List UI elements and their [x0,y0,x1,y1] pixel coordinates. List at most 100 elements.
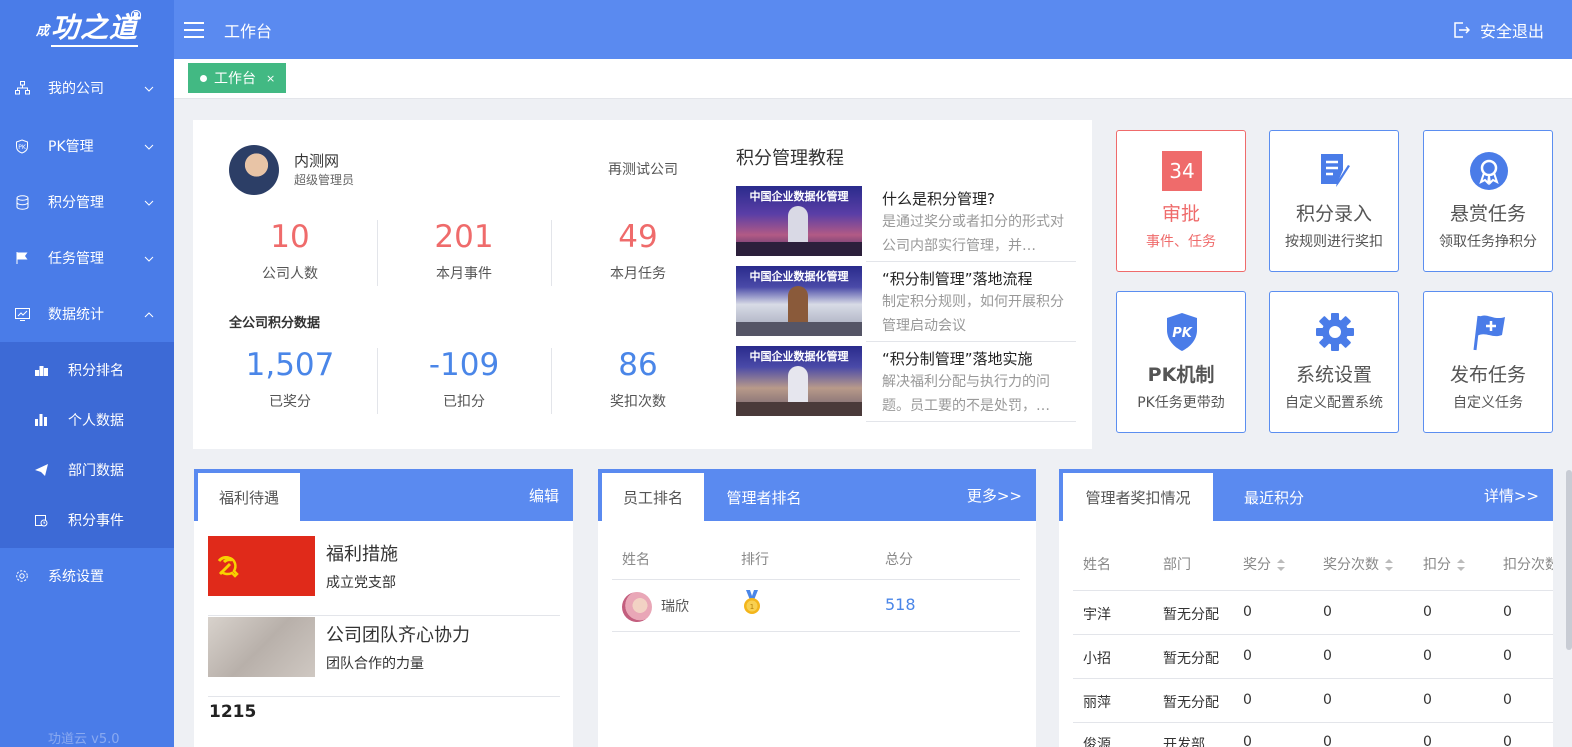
ranking-name: 瑞欣 [661,599,689,615]
sort-icon[interactable] [1457,559,1465,571]
welfare-item[interactable]: 福利措施 成立党支部 [208,536,560,616]
sidebar-item-statistics[interactable]: 数据统计 [0,286,174,342]
approval-tile[interactable]: 34 审批 事件、任务 [1116,130,1246,272]
thumbnail-caption: 中国企业数据化管理 [749,190,849,203]
sidebar-item-settings[interactable]: 系统设置 [0,548,174,604]
active-dot-icon [200,74,207,82]
tile-subtitle: 领取任务挣积分 [1439,234,1537,250]
tutorial-item[interactable]: 中国企业数据化管理 什么是积分管理? 是通过奖分或者扣分的形式对公司内部实行管理… [736,186,1076,262]
cell-deduct: 0 [1423,648,1432,664]
welfare-image [208,617,315,677]
sidebar-item-label: PK管理 [48,139,94,155]
sidebar-item-my-company[interactable]: 我的公司 [0,58,174,118]
tile-subtitle: 自定义配置系统 [1285,395,1383,411]
logout-button[interactable]: 安全退出 [1452,0,1544,59]
cell-department: 暂无分配 [1163,695,1219,711]
logout-icon [1454,21,1470,38]
more-link[interactable]: 更多>> [967,469,1022,521]
sidebar-subitem-events[interactable]: 积分事件 [0,495,174,545]
sort-icon[interactable] [1277,559,1285,571]
tab-bar: 工作台 × [174,59,1572,99]
column-header-sortable[interactable]: 扣分 [1423,554,1465,574]
menu-toggle-icon[interactable] [184,21,204,38]
tab-manager-awards[interactable]: 管理者奖扣情况 [1063,473,1213,521]
tab-label: 工作台 [214,71,256,87]
tab-workbench[interactable]: 工作台 × [188,63,286,93]
sidebar-item-pk[interactable]: PK PK管理 [0,118,174,174]
logo[interactable]: 成 功之道 ® [0,0,174,58]
avatar[interactable] [229,145,279,195]
tile-subtitle: 自定义任务 [1453,395,1523,411]
party-emblem-icon [217,556,239,578]
database-icon [14,194,30,210]
close-icon[interactable]: × [266,72,275,85]
points-entry-tile[interactable]: 积分录入 按规则进行奖扣 [1269,130,1399,272]
cell-deduct-count: 0 [1503,692,1512,708]
sidebar-submenu-statistics: 积分排名 个人数据 部门数据 积分事件 [0,342,174,548]
thumbnail-caption: 中国企业数据化管理 [749,270,849,283]
tab-manager-ranking[interactable]: 管理者排名 [710,473,818,521]
stat-value: 201 [434,219,494,255]
stat-label: 已奖分 [269,394,311,410]
tab-employee-ranking[interactable]: 员工排名 [602,473,704,521]
sort-icon[interactable] [1385,559,1393,571]
tile-title: 系统设置 [1295,364,1372,386]
edit-link[interactable]: 编辑 [529,469,559,521]
sidebar-subitem-personal[interactable]: 个人数据 [0,395,174,445]
org-chart-icon [14,80,30,96]
scrollbar[interactable] [1566,470,1572,650]
logo-prefix: 成 [35,23,50,39]
pk-shield-icon: PK [1162,312,1202,352]
approval-count-badge: 34 [1162,151,1202,191]
cell-award: 0 [1243,692,1252,708]
tutorial-title: 积分管理教程 [736,148,844,169]
stat-employees: 10 公司人数 [203,217,377,283]
tutorial-item[interactable]: 中国企业数据化管理 “积分制管理”落地流程 制定积分规则，如何开展积分管理启动会… [736,266,1076,342]
tile-title: 发布任务 [1449,364,1526,386]
welfare-item[interactable]: 公司团队齐心协力 团队合作的力量 [208,617,560,697]
bar-chart-icon [34,413,48,427]
sidebar-subitem-department[interactable]: 部门数据 [0,445,174,495]
welfare-total: 1215 [209,702,257,722]
column-header-sortable[interactable]: 奖分次数 [1323,554,1393,574]
details-link[interactable]: 详情>> [1484,469,1539,521]
sidebar-item-label: 我的公司 [48,81,104,97]
cell-deduct-count: 0 [1503,648,1512,664]
sidebar-item-points[interactable]: 积分管理 [0,174,174,230]
calendar-icon [34,513,48,527]
stat-label: 奖扣次数 [610,394,666,410]
sidebar-subitem-label: 积分事件 [68,513,124,529]
cell-name: 小招 [1083,651,1111,667]
tutorial-item[interactable]: 中国企业数据化管理 “积分制管理”落地实施 解决福利分配与执行力的问题。员工要的… [736,346,1076,422]
column-header: 姓名 [1083,557,1111,573]
award-icon [1469,151,1509,191]
system-settings-tile[interactable]: 系统设置 自定义配置系统 [1269,291,1399,433]
publish-task-tile[interactable]: 发布任务 自定义任务 [1423,291,1553,433]
tile-subtitle: 事件、任务 [1146,234,1216,250]
column-header-sortable[interactable]: 奖分 [1243,554,1285,574]
bounty-task-tile[interactable]: 悬赏任务 领取任务挣积分 [1423,130,1553,272]
cell-award: 0 [1243,734,1252,747]
sidebar: 成 功之道 ® 我的公司 PK PK管理 积分管理 任务管理 数据统计 积分排名… [0,0,174,747]
sidebar-item-label: 系统设置 [48,569,104,585]
pk-mechanism-tile[interactable]: PK PK机制 PK任务更带劲 [1116,291,1246,433]
row-divider [1073,634,1553,635]
cell-name: 丽萍 [1083,695,1111,711]
row-divider [612,631,1020,632]
chevron-down-icon [144,138,154,154]
stat-value: 1,507 [245,347,335,383]
panel-header: 员工排名 管理者排名 更多>> [598,469,1036,521]
page-title: 工作台 [224,21,273,41]
tab-welfare[interactable]: 福利待遇 [198,473,300,521]
cell-award: 0 [1243,604,1252,620]
tab-recent-points[interactable]: 最近积分 [1219,473,1329,521]
tutorial-thumbnail: 中国企业数据化管理 [736,186,862,256]
sidebar-item-tasks[interactable]: 任务管理 [0,230,174,286]
column-header: 扣分次数 [1503,557,1553,573]
welfare-item-title: 福利措施 [326,544,398,565]
cell-deduct: 0 [1423,692,1432,708]
cell-department: 暂无分配 [1163,607,1219,623]
logo-text: 功之道 [51,11,139,47]
column-header-label: 奖分次数 [1323,557,1379,573]
sidebar-subitem-ranking[interactable]: 积分排名 [0,345,174,395]
